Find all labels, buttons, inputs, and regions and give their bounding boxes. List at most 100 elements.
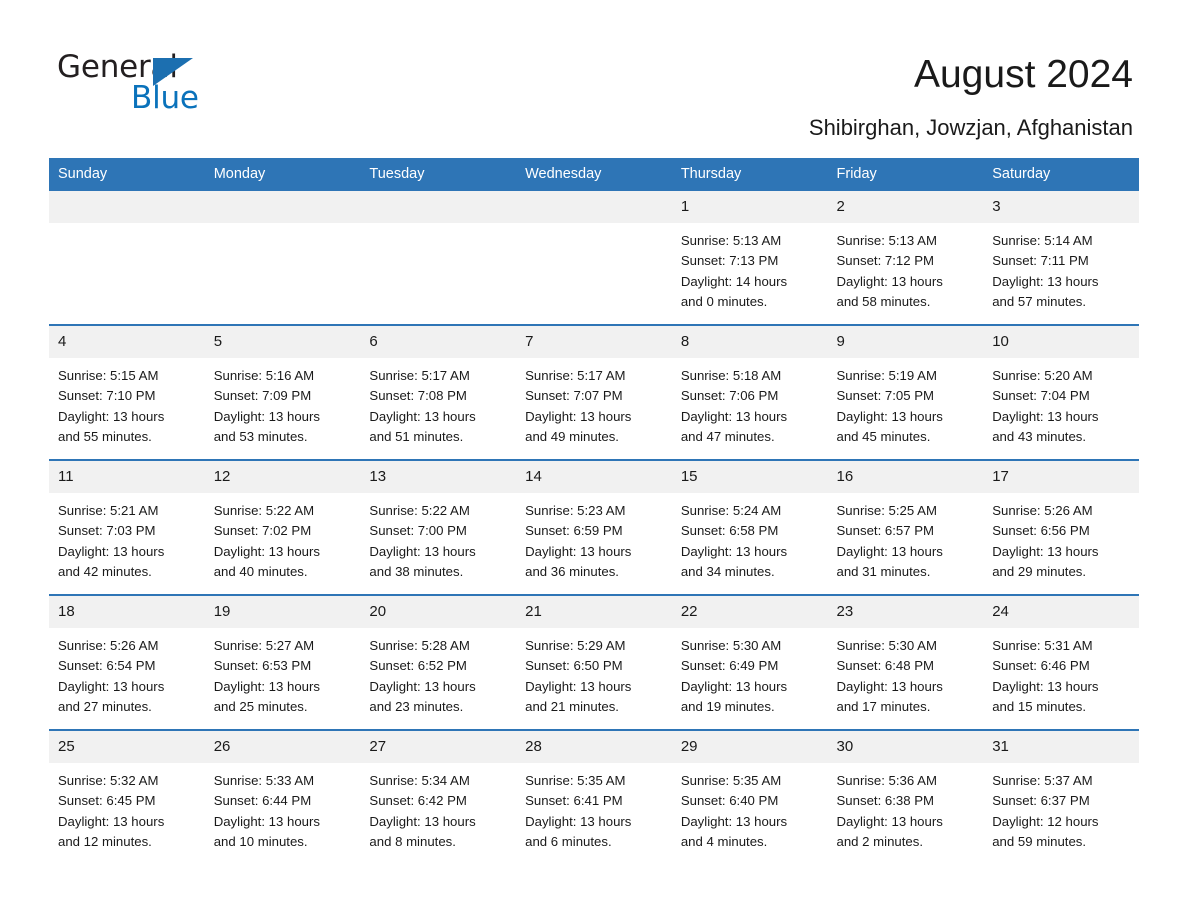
daylight-text-line1: Daylight: 13 hours bbox=[836, 678, 943, 694]
day-number: 24 bbox=[983, 596, 1139, 628]
calendar-day-cell[interactable]: 14 Sunrise: 5:23 AM Sunset: 6:59 PM Dayligh… bbox=[516, 459, 672, 595]
day-details: Sunrise: 5:35 AM Sunset: 6:41 PM Daylight:… bbox=[516, 763, 672, 852]
general-blue-logo[interactable]: General Blue bbox=[57, 52, 317, 122]
daylight-text-line1: Daylight: 13 hours bbox=[836, 543, 943, 559]
day-details: Sunrise: 5:19 AM Sunset: 7:05 PM Daylight:… bbox=[828, 358, 984, 447]
sunset-text: Sunset: 7:11 PM bbox=[992, 253, 1089, 269]
calendar-day-cell[interactable]: 31 Sunrise: 5:37 AM Sunset: 6:37 PM Dayligh… bbox=[983, 729, 1139, 864]
calendar-day-cell[interactable]: 1 Sunrise: 5:13 AM Sunset: 7:13 PM Daylight… bbox=[671, 191, 828, 325]
calendar-day-cell-empty bbox=[360, 191, 517, 325]
calendar-day-cell[interactable]: 18 Sunrise: 5:26 AM Sunset: 6:54 PM Dayligh… bbox=[49, 594, 205, 730]
daylight-text-line2: and 10 minutes. bbox=[213, 833, 308, 849]
day-number bbox=[516, 191, 672, 223]
column-header-sunday: Sunday bbox=[49, 158, 205, 191]
calendar-day-cell[interactable]: 7 Sunrise: 5:17 AM Sunset: 7:07 PM Daylight… bbox=[516, 324, 672, 460]
calendar-day-cell[interactable]: 25 Sunrise: 5:32 AM Sunset: 6:45 PM Dayligh… bbox=[49, 729, 205, 864]
sunset-text: Sunset: 6:52 PM bbox=[369, 658, 467, 674]
calendar-day-cell[interactable]: 5 Sunrise: 5:16 AM Sunset: 7:09 PM Daylight… bbox=[204, 324, 361, 460]
sunset-text: Sunset: 6:50 PM bbox=[525, 658, 623, 674]
sunrise-text: Sunrise: 5:21 AM bbox=[58, 503, 159, 518]
sunrise-text: Sunrise: 5:32 AM bbox=[58, 773, 159, 788]
sunrise-text: Sunrise: 5:17 AM bbox=[525, 368, 626, 383]
sunset-text: Sunset: 7:13 PM bbox=[680, 253, 779, 269]
day-number bbox=[49, 191, 205, 223]
day-details: Sunrise: 5:13 AM Sunset: 7:12 PM Daylight:… bbox=[828, 223, 984, 312]
calendar-day-cell[interactable]: 30 Sunrise: 5:36 AM Sunset: 6:38 PM Dayligh… bbox=[827, 729, 984, 864]
day-details: Sunrise: 5:18 AM Sunset: 7:06 PM Daylight:… bbox=[672, 358, 828, 447]
sunrise-text: Sunrise: 5:16 AM bbox=[213, 368, 315, 383]
daylight-text-line1: Daylight: 13 hours bbox=[680, 543, 788, 559]
day-number: 9 bbox=[827, 326, 984, 358]
sunset-text: Sunset: 6:56 PM bbox=[992, 523, 1090, 539]
sunrise-text: Sunrise: 5:30 AM bbox=[680, 638, 782, 653]
daylight-text-line2: and 58 minutes. bbox=[836, 293, 931, 309]
day-details: Sunrise: 5:35 AM Sunset: 6:40 PM Daylight:… bbox=[672, 763, 828, 852]
calendar-day-cell[interactable]: 8 Sunrise: 5:18 AM Sunset: 7:06 PM Daylight… bbox=[671, 324, 828, 460]
calendar-day-cell[interactable]: 28 Sunrise: 5:35 AM Sunset: 6:41 PM Dayligh… bbox=[516, 729, 672, 864]
sunrise-text: Sunrise: 5:24 AM bbox=[680, 503, 782, 518]
daylight-text-line1: Daylight: 13 hours bbox=[836, 273, 943, 289]
day-number: 4 bbox=[49, 326, 205, 358]
calendar-header-row: Sunday Monday Tuesday Wednesday Thursday Frid… bbox=[49, 158, 1139, 191]
calendar-day-cell[interactable]: 6 Sunrise: 5:17 AM Sunset: 7:08 PM Daylight… bbox=[360, 324, 517, 460]
page-subtitle: Shibirghan, Jowzjan, Afghanistan bbox=[808, 115, 1133, 140]
calendar-day-cell[interactable]: 23 Sunrise: 5:30 AM Sunset: 6:48 PM Dayligh… bbox=[827, 594, 984, 730]
calendar-day-cell[interactable]: 29 Sunrise: 5:35 AM Sunset: 6:40 PM Dayligh… bbox=[671, 729, 828, 864]
day-number: 21 bbox=[516, 596, 672, 628]
daylight-text-line1: Daylight: 13 hours bbox=[58, 813, 165, 829]
day-details: Sunrise: 5:26 AM Sunset: 6:56 PM Daylight:… bbox=[983, 493, 1139, 582]
daylight-text-line2: and 6 minutes. bbox=[525, 833, 612, 849]
calendar-day-cell[interactable]: 21 Sunrise: 5:29 AM Sunset: 6:50 PM Dayligh… bbox=[516, 594, 672, 730]
sunset-text: Sunset: 6:59 PM bbox=[525, 523, 623, 539]
daylight-text-line2: and 49 minutes. bbox=[525, 428, 619, 444]
daylight-text-line2: and 15 minutes. bbox=[992, 698, 1087, 714]
day-number: 29 bbox=[671, 731, 828, 763]
sunset-text: Sunset: 7:02 PM bbox=[213, 523, 312, 539]
daylight-text-line2: and 36 minutes. bbox=[525, 563, 619, 579]
daylight-text-line2: and 19 minutes. bbox=[680, 698, 775, 714]
day-details: Sunrise: 5:14 AM Sunset: 7:11 PM Daylight:… bbox=[983, 223, 1139, 312]
daylight-text-line2: and 12 minutes. bbox=[58, 833, 152, 849]
calendar-day-cell[interactable]: 12 Sunrise: 5:22 AM Sunset: 7:02 PM Dayligh… bbox=[204, 459, 361, 595]
day-details: Sunrise: 5:33 AM Sunset: 6:44 PM Daylight:… bbox=[205, 763, 361, 852]
sunset-text: Sunset: 7:10 PM bbox=[58, 388, 156, 404]
day-number: 13 bbox=[360, 461, 517, 493]
calendar-day-cell[interactable]: 3 Sunrise: 5:14 AM Sunset: 7:11 PM Daylight… bbox=[983, 191, 1139, 325]
sunset-text: Sunset: 6:42 PM bbox=[369, 793, 467, 809]
daylight-text-line1: Daylight: 13 hours bbox=[525, 678, 632, 694]
sunrise-text: Sunrise: 5:27 AM bbox=[213, 638, 315, 653]
calendar-day-cell[interactable]: 13 Sunrise: 5:22 AM Sunset: 7:00 PM Dayligh… bbox=[360, 459, 517, 595]
sunrise-text: Sunrise: 5:22 AM bbox=[213, 503, 315, 518]
calendar-week-row: 1 Sunrise: 5:13 AM Sunset: 7:13 PM Daylight… bbox=[49, 191, 1139, 325]
calendar-body: 1 Sunrise: 5:13 AM Sunset: 7:13 PM Daylight… bbox=[49, 191, 1139, 864]
calendar-day-cell[interactable]: 15 Sunrise: 5:24 AM Sunset: 6:58 PM Dayligh… bbox=[671, 459, 828, 595]
daylight-text-line2: and 59 minutes. bbox=[992, 833, 1087, 849]
column-header-monday: Monday bbox=[204, 158, 361, 191]
calendar-day-cell[interactable]: 27 Sunrise: 5:34 AM Sunset: 6:42 PM Dayligh… bbox=[360, 729, 517, 864]
day-number: 18 bbox=[49, 596, 205, 628]
calendar-day-cell[interactable]: 19 Sunrise: 5:27 AM Sunset: 6:53 PM Dayligh… bbox=[204, 594, 361, 730]
calendar-day-cell[interactable]: 11 Sunrise: 5:21 AM Sunset: 7:03 PM Dayligh… bbox=[49, 459, 205, 595]
daylight-text-line2: and 4 minutes. bbox=[680, 833, 768, 849]
calendar-day-cell[interactable]: 20 Sunrise: 5:28 AM Sunset: 6:52 PM Dayligh… bbox=[360, 594, 517, 730]
sunset-text: Sunset: 6:48 PM bbox=[836, 658, 935, 674]
day-number: 23 bbox=[827, 596, 984, 628]
day-details: Sunrise: 5:15 AM Sunset: 7:10 PM Daylight:… bbox=[49, 358, 205, 447]
day-number: 25 bbox=[49, 731, 205, 763]
daylight-text-line1: Daylight: 13 hours bbox=[992, 273, 1099, 289]
calendar-day-cell[interactable]: 4 Sunrise: 5:15 AM Sunset: 7:10 PM Daylight… bbox=[49, 324, 205, 460]
day-number: 16 bbox=[827, 461, 984, 493]
daylight-text-line2: and 55 minutes. bbox=[58, 428, 152, 444]
daylight-text-line2: and 27 minutes. bbox=[58, 698, 152, 714]
calendar-day-cell[interactable]: 10 Sunrise: 5:20 AM Sunset: 7:04 PM Dayligh… bbox=[983, 324, 1139, 460]
calendar-day-cell[interactable]: 16 Sunrise: 5:25 AM Sunset: 6:57 PM Dayligh… bbox=[827, 459, 984, 595]
calendar-day-cell[interactable]: 24 Sunrise: 5:31 AM Sunset: 6:46 PM Dayligh… bbox=[983, 594, 1139, 730]
calendar-day-cell[interactable]: 17 Sunrise: 5:26 AM Sunset: 6:56 PM Dayligh… bbox=[983, 459, 1139, 595]
calendar-day-cell[interactable]: 9 Sunrise: 5:19 AM Sunset: 7:05 PM Daylight… bbox=[827, 324, 984, 460]
calendar-day-cell[interactable]: 2 Sunrise: 5:13 AM Sunset: 7:12 PM Daylight… bbox=[827, 191, 984, 325]
calendar-day-cell[interactable]: 22 Sunrise: 5:30 AM Sunset: 6:49 PM Dayligh… bbox=[671, 594, 828, 730]
daylight-text-line1: Daylight: 13 hours bbox=[369, 408, 476, 424]
page-header: General Blue August 2024 Shibirghan, Jow… bbox=[0, 0, 1188, 156]
calendar-day-cell[interactable]: 26 Sunrise: 5:33 AM Sunset: 6:44 PM Dayligh… bbox=[204, 729, 361, 864]
column-header-tuesday: Tuesday bbox=[360, 158, 517, 191]
